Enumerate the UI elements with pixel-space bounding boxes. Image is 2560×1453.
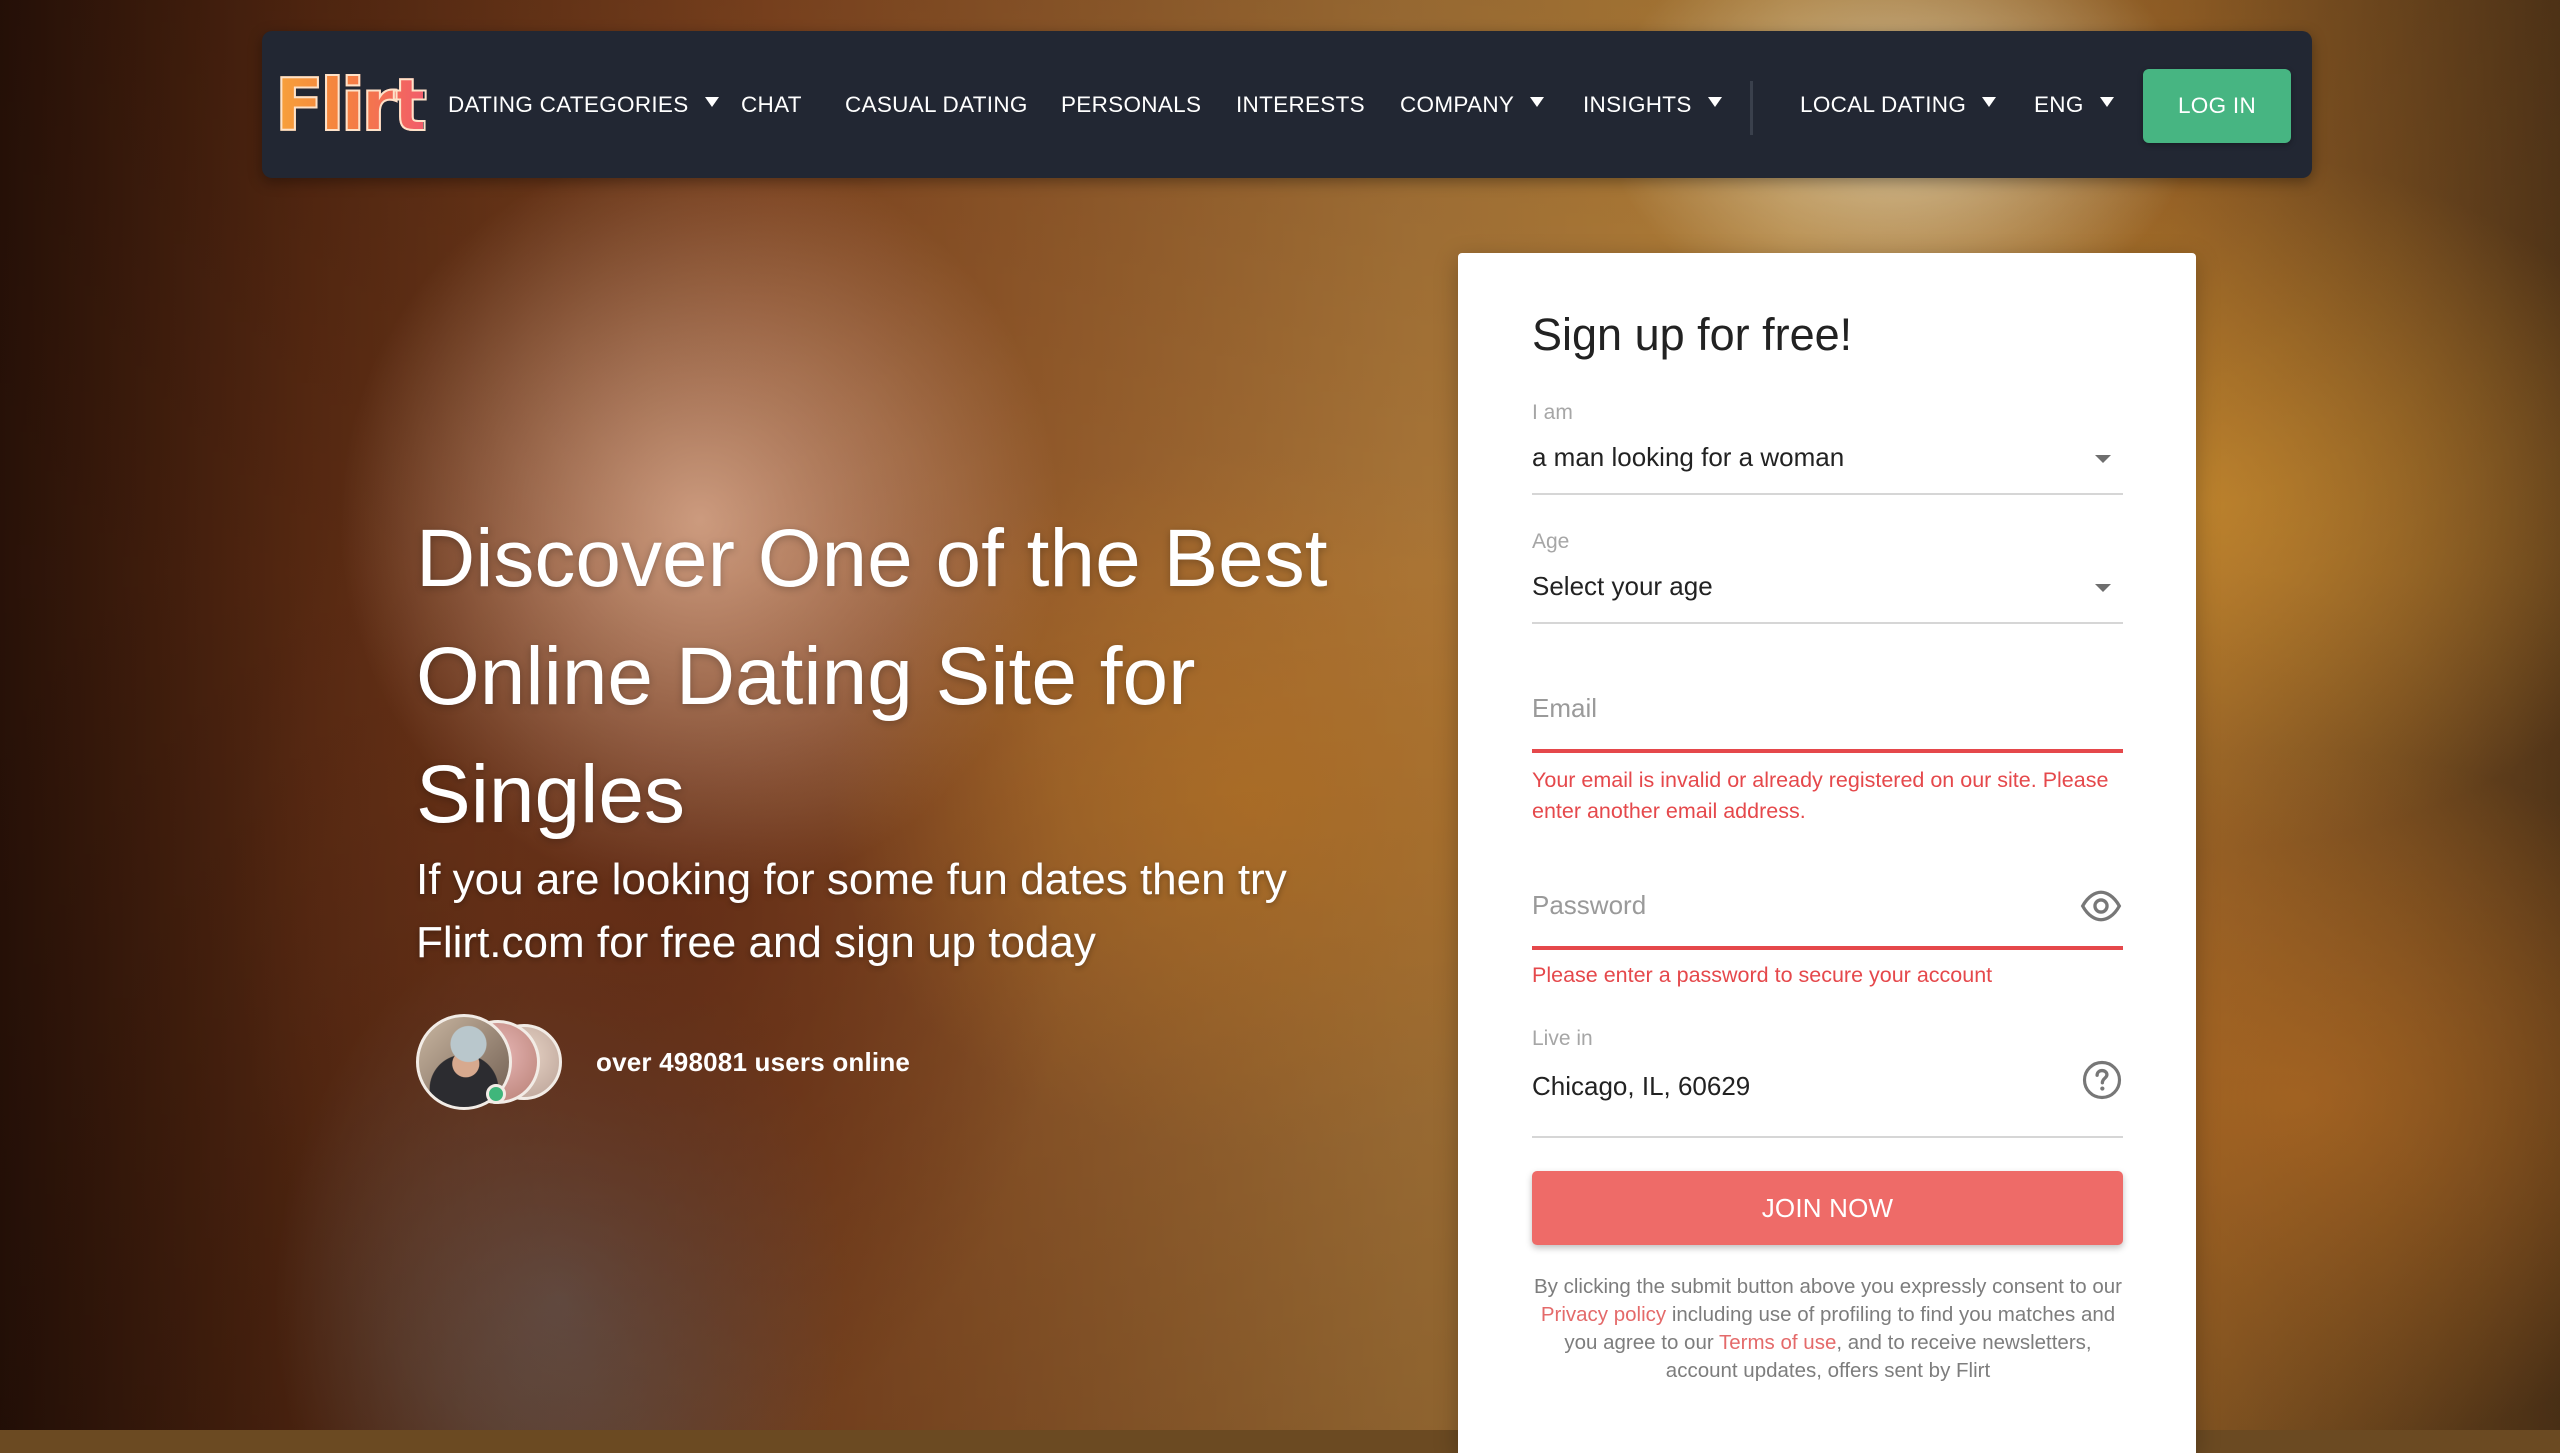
terms-of-use-link[interactable]: Terms of use [1719, 1331, 1836, 1354]
chevron-down-icon [2095, 584, 2111, 592]
nav-label: INSIGHTS [1583, 91, 1692, 117]
nav-label: ENG [2034, 91, 2084, 117]
nav-company[interactable]: COMPANY [1400, 31, 1545, 178]
location-field[interactable]: Live in Chicago, IL, 60629 [1532, 1021, 2123, 1141]
nav-casual-dating[interactable]: CASUAL DATING [845, 31, 1028, 178]
help-question-icon[interactable] [2081, 1059, 2123, 1101]
top-navbar: Flirt DATING CATEGORIES CHAT CASUAL DATI… [262, 31, 2312, 178]
password-underline-error [1532, 946, 2123, 950]
caret-down-icon [1530, 96, 1545, 107]
age-select[interactable]: Age Select your age [1532, 524, 2123, 624]
consent-part: By clicking the submit button above you … [1534, 1275, 2122, 1298]
eye-icon[interactable] [2079, 884, 2123, 928]
location-input[interactable]: Chicago, IL, 60629 [1532, 1071, 1750, 1102]
nav-personals[interactable]: PERSONALS [1061, 31, 1201, 178]
signup-card: Sign up for free! I am a man looking for… [1458, 253, 2196, 1453]
caret-down-icon [704, 96, 719, 107]
users-online: over 498081 users online [416, 1014, 910, 1110]
join-now-button[interactable]: JOIN NOW [1532, 1171, 2123, 1245]
email-field[interactable]: Email Your email is invalid or already r… [1532, 693, 2123, 823]
age-value: Select your age [1532, 571, 1713, 601]
online-status-dot [486, 1084, 506, 1104]
nav-label: LOCAL DATING [1800, 91, 1967, 117]
field-underline [1532, 1136, 2123, 1138]
age-label: Age [1532, 530, 1570, 553]
field-underline [1532, 622, 2123, 624]
nav-label: COMPANY [1400, 91, 1515, 117]
email-input[interactable]: Email [1532, 693, 1597, 724]
privacy-policy-link[interactable]: Privacy policy [1541, 1303, 1666, 1326]
hero-title: Discover One of the Best Online Dating S… [416, 513, 1328, 840]
nav-label: CASUAL DATING [845, 91, 1028, 117]
nav-label: CHAT [741, 91, 802, 117]
logo-text: Flirt [274, 63, 428, 147]
flirt-logo[interactable]: Flirt [274, 65, 428, 145]
gender-select[interactable]: I am a man looking for a woman [1532, 395, 2123, 495]
caret-down-icon [2099, 96, 2114, 107]
caret-down-icon [1982, 96, 1997, 107]
password-field[interactable]: Password Please enter a password to secu… [1532, 890, 2123, 990]
consent-text: By clicking the submit button above you … [1528, 1273, 2128, 1385]
password-error-message: Please enter a password to secure your a… [1532, 963, 1993, 987]
nav-label: DATING CATEGORIES [448, 91, 689, 117]
chevron-down-icon [2095, 455, 2111, 463]
nav-interests[interactable]: INTERESTS [1236, 31, 1365, 178]
nav-divider [1750, 81, 1753, 135]
nav-label: INTERESTS [1236, 91, 1365, 117]
email-error-message: Your email is invalid or already registe… [1532, 768, 2109, 823]
field-underline [1532, 493, 2123, 495]
caret-down-icon [1707, 96, 1722, 107]
nav-insights[interactable]: INSIGHTS [1583, 31, 1722, 178]
gender-label: I am [1532, 401, 1573, 424]
nav-label: PERSONALS [1061, 91, 1202, 117]
login-button[interactable]: LOG IN [2143, 69, 2291, 143]
users-online-count: over 498081 users online [596, 1046, 911, 1077]
gender-value: a man looking for a woman [1532, 442, 1845, 472]
hero-subtitle: If you are looking for some fun dates th… [416, 855, 1287, 967]
language-selector[interactable]: ENG [2034, 31, 2114, 178]
email-underline-error [1532, 749, 2123, 753]
nav-chat[interactable]: CHAT [741, 31, 802, 178]
nav-dating-categories[interactable]: DATING CATEGORIES [448, 31, 719, 178]
location-label: Live in [1532, 1027, 1593, 1050]
avatar-stack [416, 1014, 586, 1110]
password-input[interactable]: Password [1532, 890, 1646, 921]
nav-local-dating[interactable]: LOCAL DATING [1800, 31, 1997, 178]
signup-title: Sign up for free! [1532, 309, 1853, 360]
